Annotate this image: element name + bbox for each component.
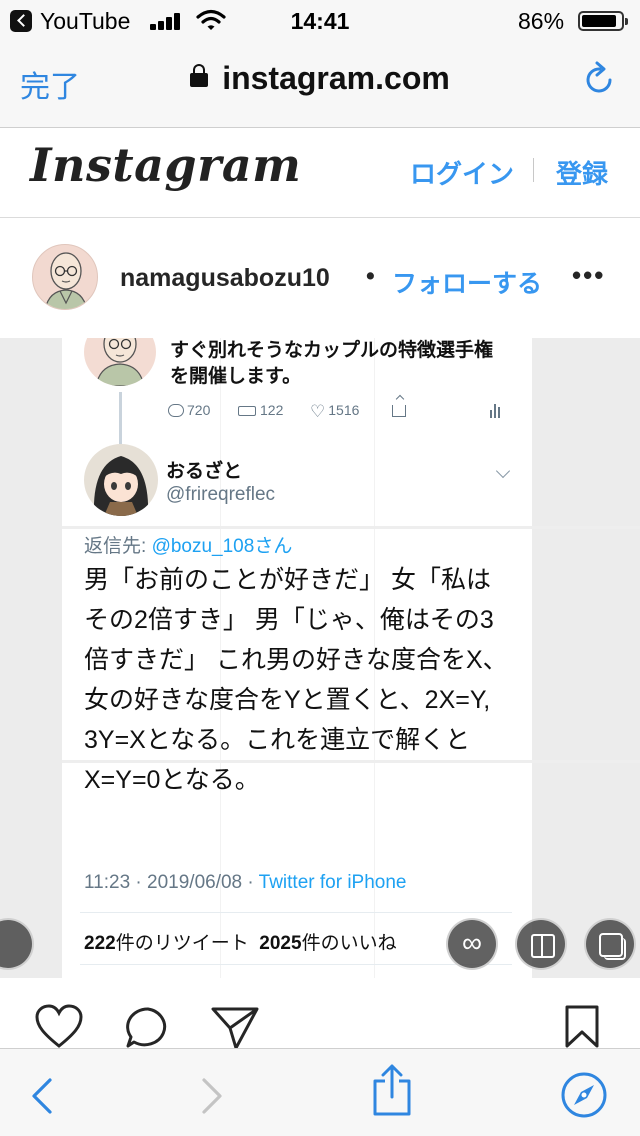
retweet-count: 122 xyxy=(260,402,284,418)
like-count: 1516 xyxy=(328,402,360,418)
avatar[interactable] xyxy=(32,244,98,310)
share-action xyxy=(392,402,406,418)
like-action: ♡ 1516 xyxy=(310,402,359,422)
reply-action: 720 xyxy=(168,402,210,418)
reply-author-handle: @frireqreflec xyxy=(166,484,276,505)
post-header: namagusabozu10 • フォローする ••• xyxy=(0,218,640,338)
battery-percentage: 86% xyxy=(518,8,565,34)
compass-icon[interactable] xyxy=(560,1071,608,1119)
tweet-source: Twitter for iPhone xyxy=(258,872,407,893)
like-icon[interactable] xyxy=(34,1004,84,1048)
url-text: instagram.com xyxy=(222,60,450,96)
forward-icon[interactable] xyxy=(200,1077,224,1115)
stats-icon xyxy=(490,402,504,418)
reload-icon[interactable] xyxy=(584,60,616,96)
more-options-button[interactable]: ••• xyxy=(572,260,605,291)
login-link[interactable]: ログイン xyxy=(410,154,514,191)
comment-icon[interactable] xyxy=(124,1006,172,1048)
reply-to-line: 返信先: @bozu_108さん xyxy=(84,531,292,558)
url-field[interactable]: instagram.com xyxy=(0,60,640,97)
reply-author-avatar xyxy=(84,444,158,516)
thread-line xyxy=(119,392,122,444)
username-link[interactable]: namagusabozu10 xyxy=(120,264,330,293)
engagement-counts: 222件のリツイート 2025件のいいね xyxy=(84,928,397,955)
likes-number: 2025 xyxy=(259,933,302,954)
status-bar: YouTube 14:41 86% xyxy=(0,0,640,40)
divider xyxy=(80,964,512,965)
post-actions xyxy=(0,978,640,1048)
share-icon[interactable] xyxy=(210,1006,260,1048)
retweets-number: 222 xyxy=(84,933,116,954)
layout-icon[interactable] xyxy=(515,918,567,970)
follow-button[interactable]: フォローする xyxy=(392,264,542,300)
expand-icon[interactable] xyxy=(0,918,34,970)
reply-icon xyxy=(168,404,184,417)
reply-to-mention: @bozu_108さん xyxy=(151,536,293,557)
infinity-icon[interactable]: ∞ xyxy=(446,918,498,970)
lock-icon xyxy=(190,64,209,87)
share-icon xyxy=(392,405,406,417)
likes-label: 件のいいね xyxy=(301,933,397,954)
chevron-down-icon xyxy=(495,463,511,479)
separator-dot: • xyxy=(366,262,375,290)
share-sheet-icon[interactable] xyxy=(372,1063,412,1117)
signup-link[interactable]: 登録 xyxy=(556,154,608,191)
retweet-action: 122 xyxy=(238,402,283,418)
tweet-timestamp: 11:23 · 2019/06/08 · xyxy=(84,872,259,893)
heart-icon: ♡ xyxy=(310,402,326,421)
divider xyxy=(533,158,534,182)
retweet-icon xyxy=(238,406,256,416)
instagram-logo[interactable]: Instagram xyxy=(30,138,301,192)
reply-author-name: おるざと xyxy=(166,461,243,482)
reply-count: 720 xyxy=(187,402,211,418)
tweet-body: 男「お前のことが好きだ」 女「私はその2倍すき」 男「じゃ、俺はその3倍すきだ」… xyxy=(84,566,508,794)
post-image[interactable]: すぐ別れそうなカップルの特徴選手権を開催します。 720 122 ♡ 1516 お… xyxy=(0,338,640,978)
battery-icon xyxy=(578,11,628,31)
browser-address-bar: 完了 instagram.com xyxy=(0,40,640,128)
back-icon[interactable] xyxy=(30,1077,54,1115)
original-tweet-text: すぐ別れそうなカップルの特徴選手権を開催します。 xyxy=(170,340,494,387)
tweet-meta: 11:23 · 2019/06/08 · Twitter for iPhone xyxy=(84,872,407,894)
divider xyxy=(80,912,512,913)
grid-line xyxy=(62,526,640,529)
retweets-label: 件のリツイート xyxy=(115,933,249,954)
original-author-avatar xyxy=(84,338,156,386)
copy-icon[interactable] xyxy=(584,918,636,970)
reply-to-prefix: 返信先: xyxy=(84,536,152,557)
browser-toolbar xyxy=(0,1048,640,1136)
tweet-screenshot: すぐ別れそうなカップルの特徴選手権を開催します。 720 122 ♡ 1516 お… xyxy=(62,338,640,978)
instagram-header: Instagram ログイン 登録 xyxy=(0,128,640,218)
bookmark-icon[interactable] xyxy=(564,1004,600,1048)
